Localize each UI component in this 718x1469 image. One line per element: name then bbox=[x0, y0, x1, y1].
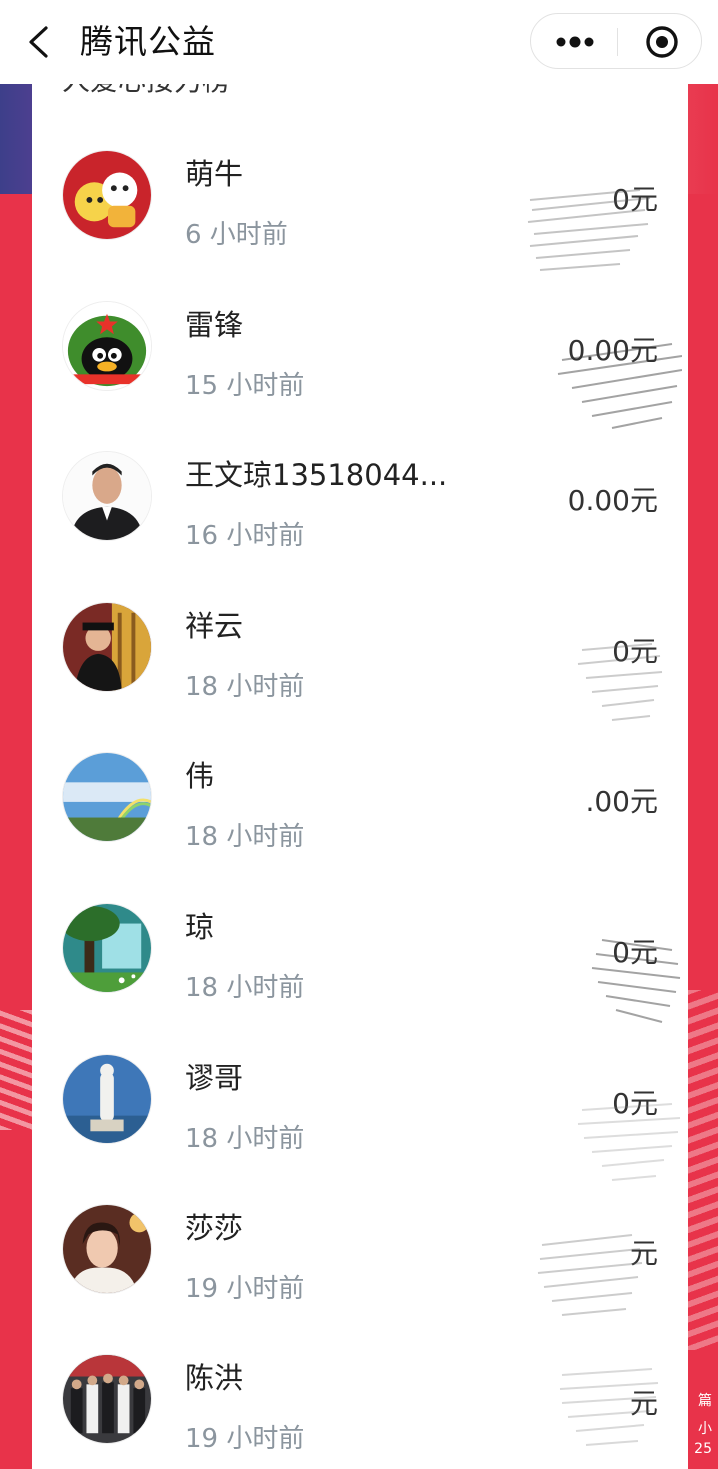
donation-amount: .00元 bbox=[585, 785, 658, 818]
donor-avatar bbox=[62, 150, 152, 240]
more-dots-icon[interactable] bbox=[555, 32, 595, 52]
donor-avatar bbox=[62, 903, 152, 993]
donation-time: 18 小时前 bbox=[185, 822, 305, 852]
donation-time: 6 小时前 bbox=[185, 220, 288, 250]
donation-time: 18 小时前 bbox=[185, 1124, 305, 1154]
donor-avatar bbox=[62, 451, 152, 541]
miniprogram-capsule bbox=[530, 13, 702, 69]
donation-time: 19 小时前 bbox=[185, 1424, 305, 1454]
donor-name: 王文琼13518044... bbox=[185, 458, 448, 492]
side-text-3: 25 bbox=[694, 1441, 712, 1457]
donor-list-card: 人爱心接力榜 萌牛 6 小时前 0元 bbox=[32, 60, 688, 1469]
donor-name: 雷锋 bbox=[185, 308, 244, 342]
donor-row[interactable]: 陈洪 19 小时前 元 bbox=[32, 1354, 688, 1469]
donation-time: 15 小时前 bbox=[185, 371, 305, 401]
donor-name: 莎莎 bbox=[185, 1211, 244, 1245]
donor-avatar bbox=[62, 1204, 152, 1294]
donation-time: 18 小时前 bbox=[185, 672, 305, 702]
donor-name: 琼 bbox=[185, 910, 215, 944]
page-title: 腾讯公益 bbox=[80, 22, 216, 61]
donor-name: 陈洪 bbox=[185, 1361, 244, 1395]
donor-row[interactable]: 莎莎 19 小时前 元 bbox=[32, 1204, 688, 1354]
donor-row[interactable]: 王文琼13518044... 16 小时前 0.00元 bbox=[32, 451, 688, 601]
donation-time: 18 小时前 bbox=[185, 973, 305, 1003]
donation-amount: 0元 bbox=[612, 1087, 658, 1120]
donor-row[interactable]: 琼 18 小时前 0元 bbox=[32, 903, 688, 1053]
donation-amount: 0元 bbox=[612, 635, 658, 668]
donor-avatar bbox=[62, 602, 152, 692]
donor-avatar bbox=[62, 1354, 152, 1444]
donor-name: 谬哥 bbox=[185, 1061, 244, 1095]
close-miniprogram-icon[interactable] bbox=[645, 25, 679, 59]
donor-row[interactable]: 祥云 18 小时前 0元 bbox=[32, 602, 688, 752]
background-decoration-right bbox=[684, 990, 718, 1350]
donation-amount: 元 bbox=[629, 1237, 658, 1270]
back-arrow-icon[interactable] bbox=[26, 26, 52, 58]
donation-amount: 0.00元 bbox=[567, 484, 658, 517]
donor-row[interactable]: 谬哥 18 小时前 0元 bbox=[32, 1054, 688, 1204]
donor-avatar bbox=[62, 1054, 152, 1144]
donation-amount: 元 bbox=[629, 1387, 658, 1420]
donor-name: 萌牛 bbox=[185, 157, 244, 191]
donor-name: 伟 bbox=[185, 759, 215, 793]
donation-time: 16 小时前 bbox=[185, 521, 305, 551]
donor-row[interactable]: 雷锋 15 小时前 0.00元 bbox=[32, 301, 688, 451]
donation-amount: 0元 bbox=[612, 183, 658, 216]
donation-amount: 0.00元 bbox=[567, 334, 658, 367]
navigation-bar: 腾讯公益 bbox=[0, 0, 718, 84]
donation-time: 19 小时前 bbox=[185, 1274, 305, 1304]
side-text-2: 小 bbox=[698, 1421, 712, 1437]
donor-avatar bbox=[62, 301, 152, 391]
donor-row[interactable]: 萌牛 6 小时前 0元 bbox=[32, 150, 688, 300]
side-text-1: 篇 bbox=[698, 1393, 712, 1409]
donation-amount: 0元 bbox=[612, 936, 658, 969]
capsule-divider bbox=[617, 28, 618, 56]
donor-name: 祥云 bbox=[185, 609, 244, 643]
background-decoration-left bbox=[0, 1010, 34, 1130]
donor-avatar bbox=[62, 752, 152, 842]
donor-row[interactable]: 伟 18 小时前 .00元 bbox=[32, 752, 688, 902]
